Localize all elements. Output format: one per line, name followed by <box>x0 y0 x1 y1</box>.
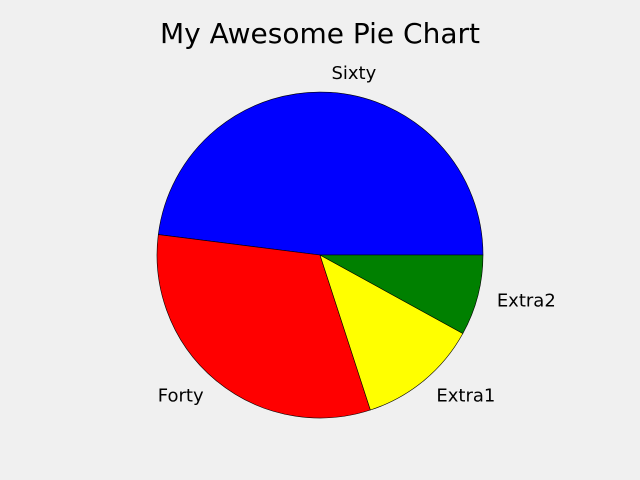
slice-label-extra1: Extra1 <box>436 386 495 407</box>
slice-label-sixty: Sixty <box>331 63 376 84</box>
slice-label-extra2: Extra2 <box>497 290 556 311</box>
pie-slices <box>156 91 484 419</box>
slice-label-forty: Forty <box>158 386 204 407</box>
chart-title: My Awesome Pie Chart <box>160 17 480 50</box>
pie-chart: My Awesome Pie Chart Sixty Forty Extra1 Ext… <box>0 0 640 480</box>
